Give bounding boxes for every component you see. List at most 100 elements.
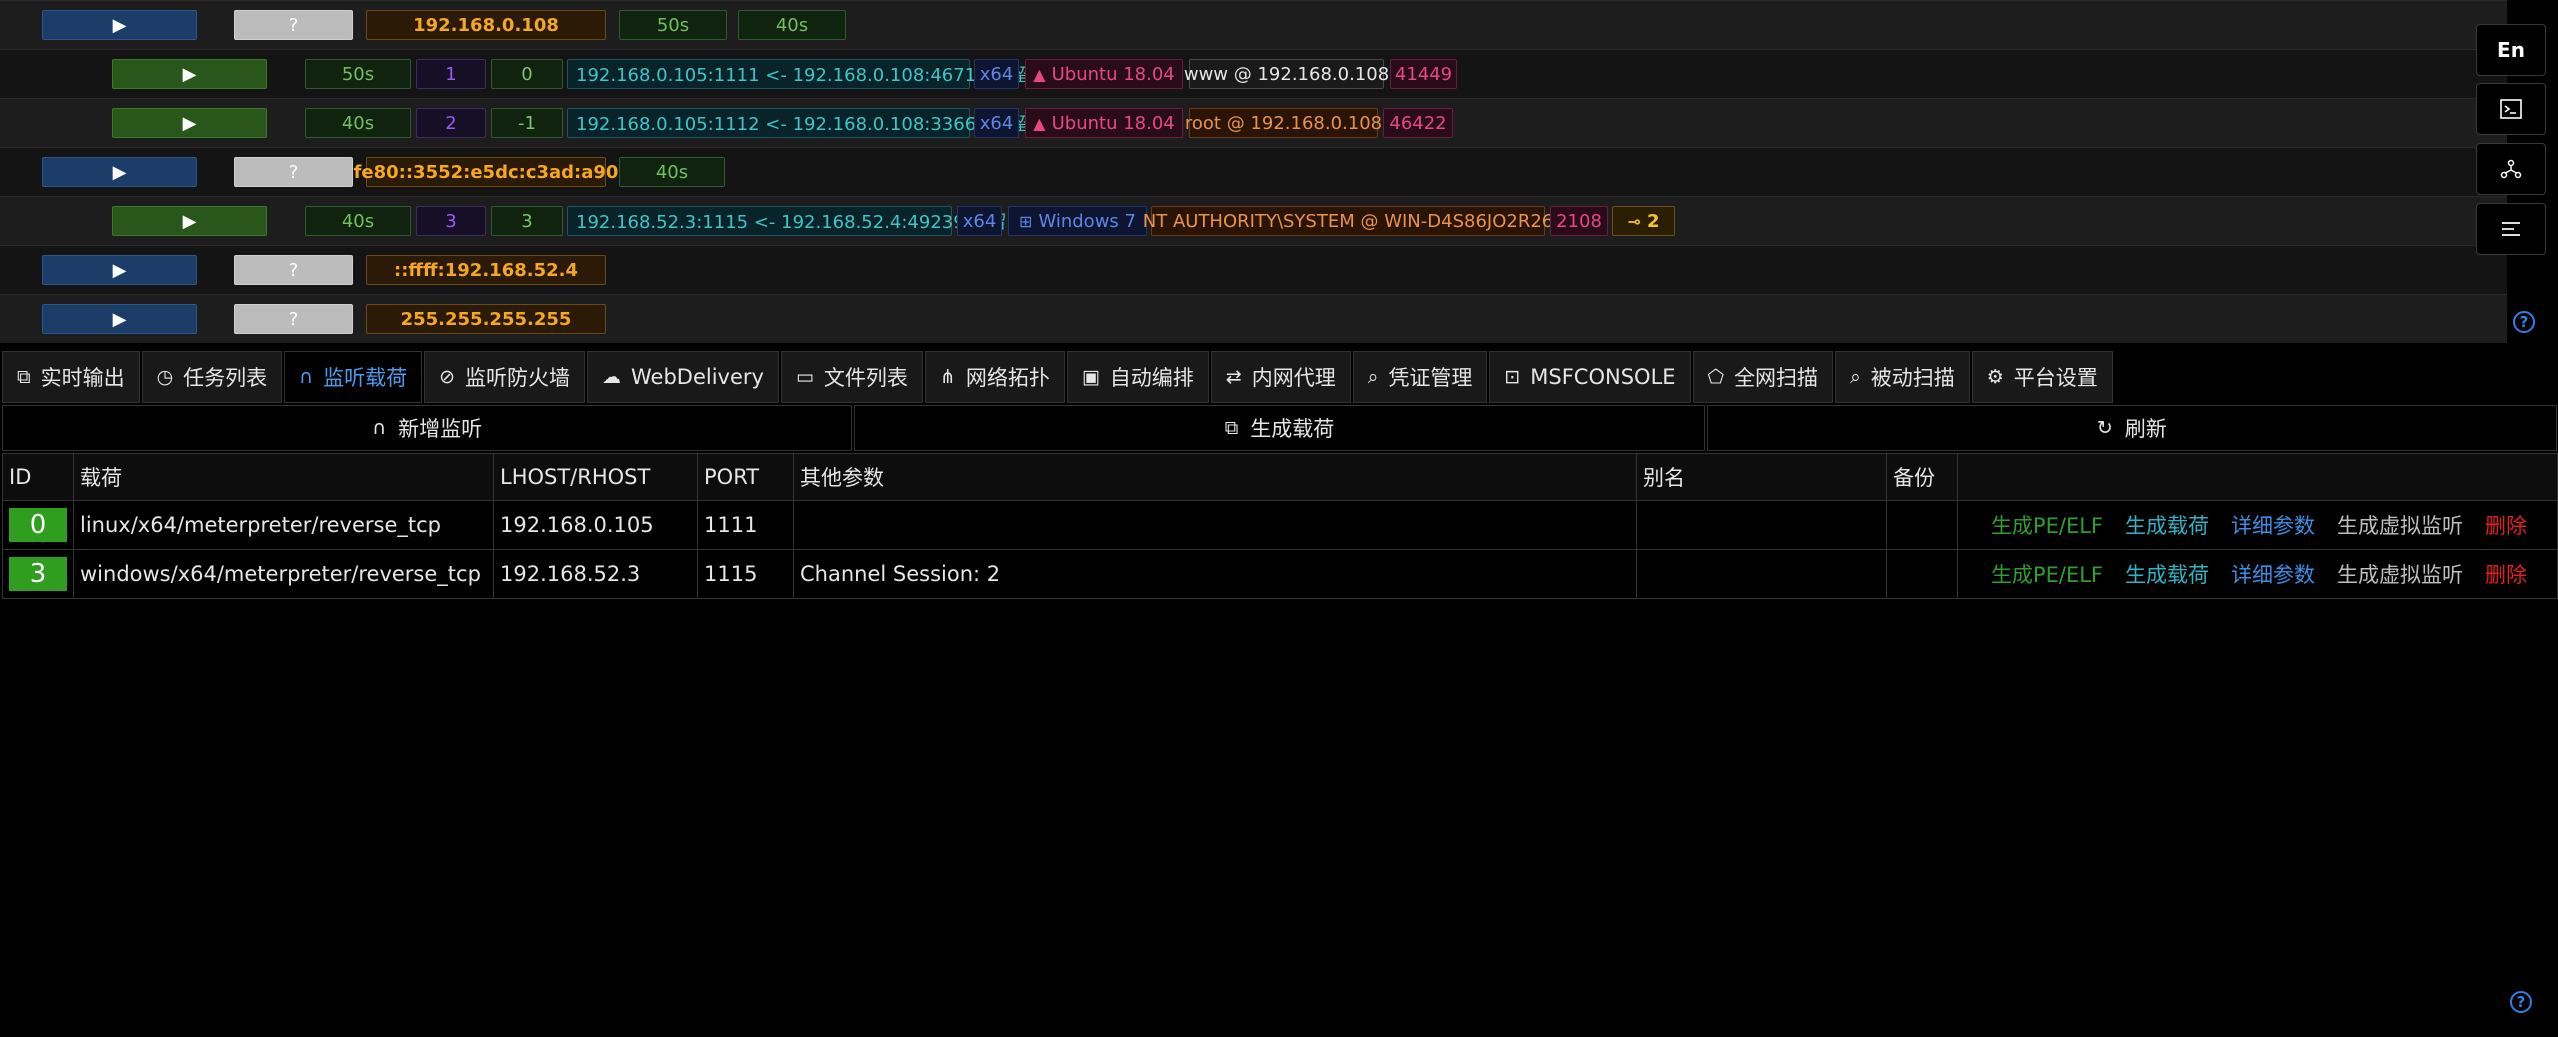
- copy-icon: ⧉: [1224, 417, 1239, 439]
- generate-virtual-listener-link[interactable]: 生成虚拟监听: [2337, 514, 2463, 538]
- play-icon: ▶: [112, 14, 127, 36]
- delete-link[interactable]: 删除: [2485, 514, 2527, 538]
- linux-icon: ▲: [1033, 113, 1046, 133]
- session-arch: x64: [974, 108, 1019, 138]
- session-connection: 192.168.52.3:1115 <- 192.168.52.4:49239 …: [567, 206, 1006, 236]
- session-time: 40s: [305, 108, 411, 138]
- expand-host-button[interactable]: ▶: [42, 10, 197, 40]
- linux-icon: ▲: [1033, 64, 1046, 84]
- host-row: ▶ ? 192.168.0.108 50s 40s: [0, 0, 2507, 49]
- tab-full-network-scan[interactable]: ⬠ 全网扫描: [1692, 351, 1834, 403]
- main-tabs: ⧉ 实时输出 ◷ 任务列表 ∩ 监听载荷 ⊘ 监听防火墙 ☁ WebDelivery ▭ 文…: [2, 351, 2115, 403]
- menu-icon: [2502, 222, 2520, 236]
- network-icon: ⋔: [939, 366, 956, 388]
- play-icon: ▶: [182, 63, 197, 85]
- terminal-icon: [2500, 99, 2522, 119]
- help-icon[interactable]: ?: [2513, 311, 2535, 333]
- host-ip[interactable]: 255.255.255.255: [366, 304, 606, 334]
- host-tag: 40s: [619, 157, 725, 187]
- key-icon: ⊸: [1627, 211, 1641, 231]
- column-header: ID: [2, 453, 74, 501]
- payload-cell: linux/x64/meterpreter/reverse_tcp: [73, 500, 494, 550]
- session-number: -1: [491, 108, 563, 138]
- gear-icon: ⚙: [1986, 366, 2004, 388]
- payload-cell: windows/x64/meterpreter/reverse_tcp: [73, 549, 494, 599]
- table-row: 3 windows/x64/meterpreter/reverse_tcp 19…: [2, 549, 2558, 599]
- column-header: 备份: [1886, 453, 1958, 501]
- generate-pe-elf-link[interactable]: 生成PE/ELF: [1991, 563, 2103, 587]
- play-icon: ▶: [112, 161, 127, 183]
- session-play-button[interactable]: ▶: [112, 206, 267, 236]
- backup-cell: [1886, 500, 1958, 550]
- session-time: 40s: [305, 206, 411, 236]
- language-toggle-button[interactable]: En: [2476, 24, 2546, 76]
- session-number: 0: [491, 59, 563, 89]
- session-os: ▲ Ubuntu 18.04: [1025, 108, 1183, 138]
- delete-link[interactable]: 删除: [2485, 563, 2527, 587]
- menu-button[interactable]: [2476, 203, 2546, 255]
- host-ip[interactable]: 192.168.0.108: [366, 10, 606, 40]
- tab-listener-firewall[interactable]: ⊘ 监听防火墙: [424, 351, 586, 403]
- table-header-row: ID 载荷 LHOST/RHOST PORT 其他参数 别名 备份: [2, 453, 2558, 501]
- generate-payload-link[interactable]: 生成载荷: [2125, 563, 2209, 587]
- add-listener-button[interactable]: ∩ 新增监听: [2, 405, 853, 451]
- session-id: 2: [416, 108, 486, 138]
- expand-host-button[interactable]: ▶: [42, 304, 197, 334]
- session-arch: x64: [957, 206, 1002, 236]
- tab-network-topology[interactable]: ⋔ 网络拓扑: [924, 351, 1065, 403]
- ban-icon: ⊘: [439, 366, 456, 388]
- tab-file-list[interactable]: ▭ 文件列表: [780, 351, 923, 403]
- operations-cell: 生成PE/ELF 生成载荷 详细参数 生成虚拟监听 删除: [1957, 500, 2558, 550]
- expand-host-button[interactable]: ▶: [42, 157, 197, 187]
- host-cell: 192.168.0.105: [493, 500, 698, 550]
- session-play-button[interactable]: ▶: [112, 59, 267, 89]
- play-icon: ▶: [112, 259, 127, 281]
- search-icon: ⌕: [1367, 366, 1379, 388]
- expand-host-button[interactable]: ▶: [42, 255, 197, 285]
- tab-passive-scan[interactable]: ⌕ 被动扫描: [1835, 351, 1970, 403]
- detail-params-link[interactable]: 详细参数: [2231, 563, 2315, 587]
- network-button[interactable]: [2476, 143, 2546, 195]
- help-icon[interactable]: ?: [2510, 991, 2532, 1013]
- backup-cell: [1886, 549, 1958, 599]
- listener-id-badge: 0: [9, 508, 67, 542]
- listener-table: ID 载荷 LHOST/RHOST PORT 其他参数 别名 备份 0 linu…: [2, 453, 2558, 599]
- tab-platform-settings[interactable]: ⚙ 平台设置: [1971, 351, 2113, 403]
- column-header: PORT: [697, 453, 794, 501]
- scan-icon: ⬠: [1707, 366, 1725, 388]
- generate-payload-link[interactable]: 生成载荷: [2125, 514, 2209, 538]
- tab-auto-orchestration[interactable]: ▣ 自动编排: [1066, 351, 1209, 403]
- host-os-unknown: ?: [234, 304, 353, 334]
- session-play-button[interactable]: ▶: [112, 108, 267, 138]
- session-user: NT AUTHORITY\SYSTEM @ WIN-D4S86JO2R26: [1143, 206, 1553, 236]
- generate-payload-button[interactable]: ⧉ 生成载荷: [854, 405, 1705, 451]
- host-row: ▶ ? ::ffff:192.168.52.4: [0, 245, 2507, 294]
- tab-listener-payload[interactable]: ∩ 监听载荷: [284, 351, 423, 403]
- session-user: www @ 192.168.0.108: [1184, 59, 1389, 89]
- terminal-button[interactable]: [2476, 83, 2546, 135]
- column-header: [1957, 453, 2558, 501]
- play-icon: ▶: [112, 308, 127, 330]
- column-header: 其他参数: [793, 453, 1637, 501]
- params-cell: [793, 500, 1637, 550]
- listener-id-badge: 3: [9, 557, 67, 591]
- refresh-button[interactable]: ↻ 刷新: [1706, 405, 2557, 451]
- tab-realtime-output[interactable]: ⧉ 实时输出: [2, 351, 140, 403]
- session-arch: x64: [974, 59, 1019, 89]
- tab-msfconsole[interactable]: ⊡ MSFCONSOLE: [1489, 351, 1691, 403]
- clock-icon: ◷: [156, 366, 174, 388]
- tab-intranet-proxy[interactable]: ⇄ 内网代理: [1210, 351, 1351, 403]
- tab-webdelivery[interactable]: ☁ WebDelivery: [587, 351, 779, 403]
- host-ip[interactable]: fe80::3552:e5dc:c3ad:a90: [354, 157, 618, 187]
- generate-virtual-listener-link[interactable]: 生成虚拟监听: [2337, 563, 2463, 587]
- detail-params-link[interactable]: 详细参数: [2231, 514, 2315, 538]
- generate-pe-elf-link[interactable]: 生成PE/ELF: [1991, 514, 2103, 538]
- host-ip[interactable]: ::ffff:192.168.52.4: [366, 255, 606, 285]
- host-os-unknown: ?: [234, 157, 353, 187]
- tab-task-list[interactable]: ◷ 任务列表: [141, 351, 283, 403]
- host-session-list: ▶ ? 192.168.0.108 50s 40s ▶ 50s 1 0 192.…: [0, 0, 2507, 343]
- host-row: ▶ ? 255.255.255.255: [0, 294, 2507, 343]
- listener-actions: ∩ 新增监听 ⧉ 生成载荷 ↻ 刷新: [2, 405, 2557, 451]
- tab-credential-management[interactable]: ⌕ 凭证管理: [1352, 351, 1488, 403]
- session-connection: 192.168.0.105:1111 <- 192.168.0.108:4671…: [567, 59, 1029, 89]
